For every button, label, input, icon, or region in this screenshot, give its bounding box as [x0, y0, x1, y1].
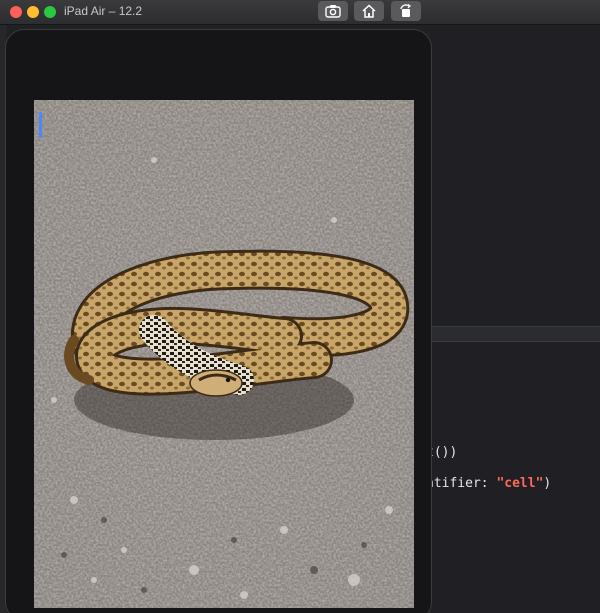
- home-button-toolbar[interactable]: [354, 1, 384, 21]
- code-line-2-prefix: ntifier:: [426, 476, 497, 491]
- screenshot-button[interactable]: [318, 1, 348, 21]
- code-string-literal: "cell": [496, 476, 544, 491]
- rotate-icon: [400, 4, 411, 17]
- minimize-window-button[interactable]: [27, 6, 39, 18]
- home-icon: [362, 4, 376, 18]
- close-window-button[interactable]: [10, 6, 22, 18]
- code-line-2-suffix: ): [543, 476, 552, 491]
- code-editor-background: [430, 24, 600, 613]
- zoom-window-button[interactable]: [44, 6, 56, 18]
- rotate-button[interactable]: [391, 1, 421, 21]
- simulator-desktop: t()) ntifier: "cell") iPad Air – 12.2: [0, 0, 600, 613]
- editor-divider: [430, 326, 600, 342]
- simulator-title-bar: iPad Air – 12.2: [0, 0, 600, 25]
- scroll-indicator[interactable]: [39, 112, 42, 138]
- camera-icon: [325, 5, 341, 18]
- app-screen[interactable]: [34, 100, 414, 608]
- ipad-device-frame: [6, 30, 431, 613]
- window-title: iPad Air – 12.2: [64, 4, 143, 18]
- snake-photo: [34, 100, 414, 608]
- code-line-2: ntifier: "cell"): [426, 476, 551, 491]
